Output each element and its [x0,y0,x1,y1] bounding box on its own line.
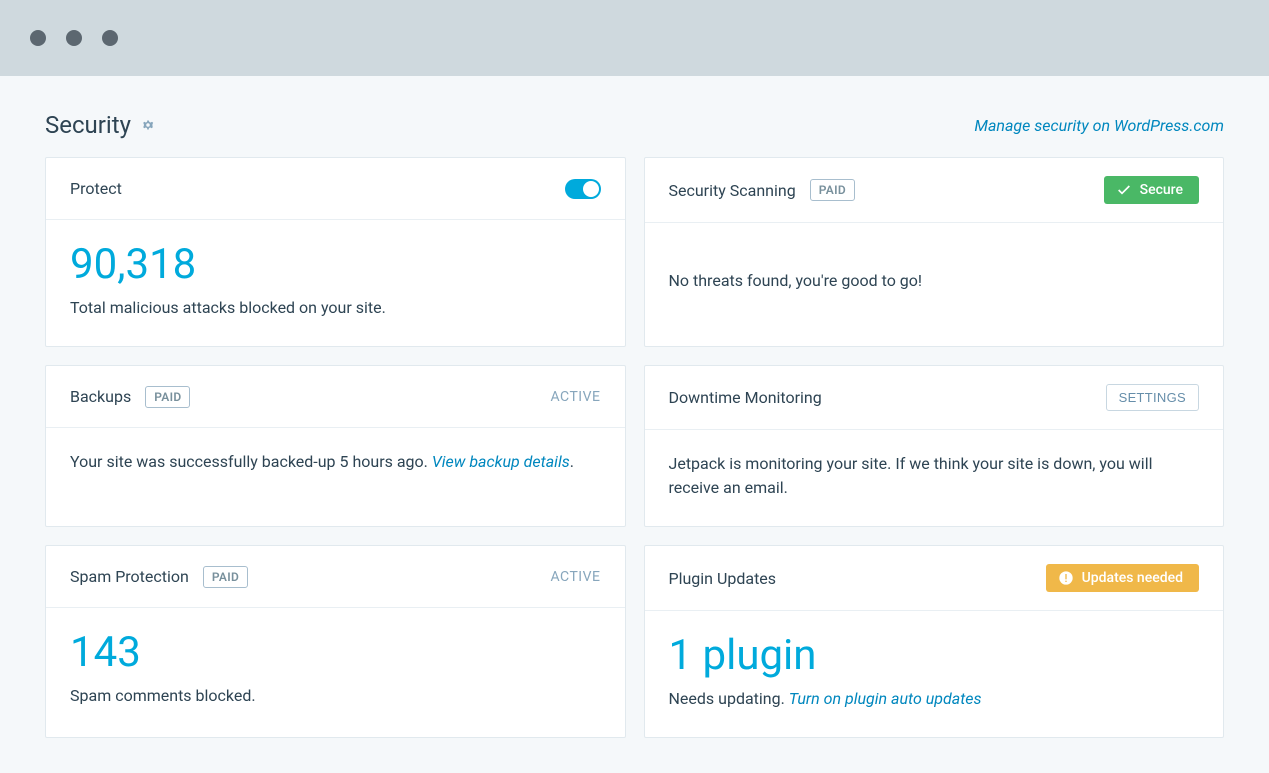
protect-count: 90,318 [70,242,196,288]
downtime-card-title: Downtime Monitoring [669,388,822,407]
secure-status-text: Secure [1140,182,1183,198]
paid-badge: PAID [203,566,248,588]
active-label: ACTIVE [550,389,600,405]
traffic-light-dot [102,30,118,46]
page-header: Security Manage security on WordPress.co… [45,111,1224,139]
paid-badge: PAID [145,386,190,408]
cards-grid: Protect 90,318 Total malicious attacks b… [45,157,1224,738]
traffic-light-dot [66,30,82,46]
manage-security-link[interactable]: Manage security on WordPress.com [974,116,1224,135]
check-icon [1116,182,1132,198]
backups-card: Backups PAID ACTIVE Your site was succes… [45,365,626,527]
gear-icon[interactable] [141,118,155,132]
traffic-light-dot [30,30,46,46]
protect-toggle[interactable] [565,179,601,199]
protect-desc: Total malicious attacks blocked on your … [70,296,386,320]
updates-needed-badge: Updates needed [1046,564,1199,592]
active-label: ACTIVE [550,569,600,585]
plugins-card-title: Plugin Updates [669,569,777,588]
downtime-settings-button[interactable]: SETTINGS [1106,384,1199,411]
updates-needed-text: Updates needed [1082,570,1183,586]
plugins-card: Plugin Updates Updates needed 1 plugin N… [644,545,1225,738]
spam-card-title: Spam Protection [70,567,189,586]
alert-icon [1058,570,1074,586]
spam-count: 143 [70,630,601,676]
secure-status-badge: Secure [1104,176,1199,204]
protect-card-title: Protect [70,179,122,198]
spam-desc: Spam comments blocked. [70,684,601,708]
plugins-count: 1 plugin [669,633,1200,679]
scanning-card-title: Security Scanning [669,181,796,200]
backups-desc: Your site was successfully backed-up 5 h… [70,450,601,474]
paid-badge: PAID [810,179,855,201]
dashboard-container: Security Manage security on WordPress.co… [0,76,1269,773]
downtime-card: Downtime Monitoring SETTINGS Jetpack is … [644,365,1225,527]
plugins-desc: Needs updating. Turn on plugin auto upda… [669,687,1200,711]
scanning-desc: No threats found, you're good to go! [669,269,923,293]
view-backup-details-link[interactable]: View backup details [432,452,570,471]
page-title: Security [45,111,131,139]
downtime-desc: Jetpack is monitoring your site. If we t… [669,452,1200,500]
window-titlebar [0,0,1269,76]
backups-card-title: Backups [70,387,131,406]
spam-card: Spam Protection PAID ACTIVE 143 Spam com… [45,545,626,738]
scanning-card: Security Scanning PAID Secure No threats… [644,157,1225,347]
protect-card: Protect 90,318 Total malicious attacks b… [45,157,626,347]
auto-updates-link[interactable]: Turn on plugin auto updates [789,689,982,708]
